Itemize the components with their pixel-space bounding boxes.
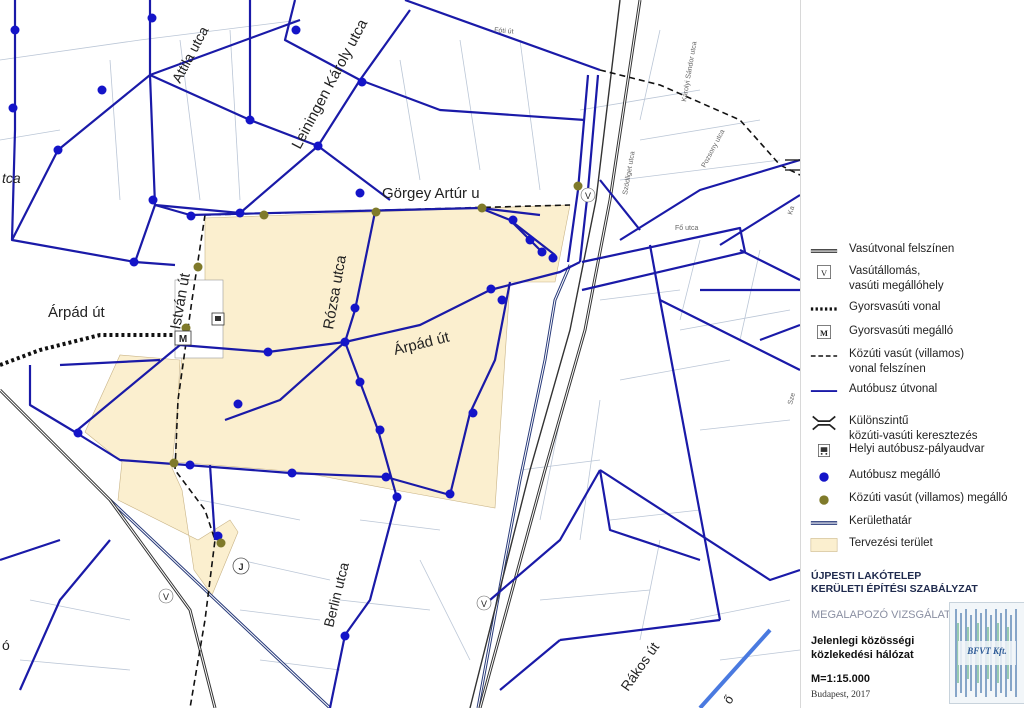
label-fo: Fő utca	[675, 225, 698, 232]
legend-item-tram-stop: Közúti vasút (villamos) megálló	[809, 489, 1023, 511]
legend-label-line: Különszintű	[849, 415, 909, 427]
planning-area-symbol	[810, 538, 838, 552]
rapid-rail-stop-symbol: M	[817, 325, 831, 339]
legend-item-grade-separated-crossing: Különszintű közúti-vasúti keresztezés	[809, 412, 1023, 442]
label-karolyi: Károlyi Sándor utca	[681, 41, 699, 102]
legend-label-line: Gyorsvasúti vonal	[849, 301, 941, 313]
legend-label: Kerülethatár	[849, 514, 1024, 529]
legend-label-line: Autóbusz útvonal	[849, 383, 938, 395]
bus-terminal-symbol	[818, 444, 830, 457]
railway-station-symbol-3: V	[481, 599, 487, 609]
legend-label-line: Közúti vasút (villamos)	[849, 348, 965, 360]
legend-item-rapid-rail-stop: M Gyorsvasúti megálló	[809, 322, 1023, 344]
legend-label: Vasútállomás, vasúti megállóhely	[849, 264, 1024, 294]
legend-label: Gyorsvasúti megálló	[849, 324, 1024, 339]
legend-label-line: Vasútvonal felszínen	[849, 243, 955, 255]
legend-item-bus-route: Autóbusz útvonal	[809, 380, 1023, 402]
legend-station-glyph: V	[821, 268, 827, 278]
label-foti: Fóti út	[494, 27, 514, 36]
railway-station-symbol: V	[817, 265, 831, 279]
legend-label: Helyi autóbusz-pályaudvar	[849, 442, 1024, 457]
legend-item-rapid-rail-line: Gyorsvasúti vonal	[809, 298, 1023, 320]
legend-item-railway-line: Vasútvonal felszínen	[809, 240, 1023, 262]
rapid-rail-line-symbol	[810, 307, 838, 311]
legend-label-line: Gyorsvasúti megálló	[849, 325, 954, 337]
logo-text: BFVT Kft.	[967, 646, 1007, 656]
legend-item-tram-line: Közúti vasút (villamos) vonal felszínen	[809, 345, 1023, 375]
bus-route-symbol	[810, 390, 838, 392]
label-fragment-utca: tca	[2, 170, 21, 186]
junction-symbol: J	[238, 562, 243, 572]
legend-item-railway-station: V Vasútállomás, vasúti megállóhely	[809, 262, 1023, 292]
legend-label: Vasútvonal felszínen	[849, 242, 1024, 257]
grade-separated-crossing-symbol	[812, 415, 836, 431]
label-pozsony: Pozsony utca	[701, 128, 727, 168]
map-canvas[interactable]: M V V V J Attila utca Leiningen Károly u…	[0, 0, 801, 710]
legend-label: Autóbusz megálló	[849, 468, 1024, 483]
railway-line-symbol	[810, 249, 838, 253]
legend-label-line: vonal felszínen	[849, 363, 926, 375]
district-boundary-symbol	[810, 521, 838, 525]
legend-label-line: Helyi autóbusz-pályaudvar	[849, 443, 985, 455]
legend-label-line: Tervezési terület	[849, 537, 933, 549]
label-fragment-sze: Sze	[787, 392, 797, 406]
legend-item-bus-stop: Autóbusz megálló	[809, 466, 1023, 488]
legend-label: Autóbusz útvonal	[849, 382, 1024, 397]
legend-label: Közúti vasút (villamos) megálló	[849, 491, 1024, 506]
tram-line-symbol	[810, 355, 838, 357]
place-date: Budapest, 2017	[811, 690, 871, 700]
railway-station-symbol-1: V	[585, 191, 591, 201]
label-fragment-ka: Ka	[787, 205, 796, 215]
legend-item-planning-area: Tervezési terület	[809, 534, 1023, 556]
legend-label: Gyorsvasúti vonal	[849, 300, 1024, 315]
legend-item-district-boundary: Kerülethatár	[809, 512, 1023, 534]
label-gorgey: Görgey Artúr u	[382, 185, 480, 202]
map-legend: Vasútvonal felszínen V Vasútállomás, vasúti…	[800, 0, 1024, 708]
label-fragment-o: ó	[2, 637, 10, 653]
legend-label-line: Közúti vasút (villamos) megálló	[849, 492, 1008, 504]
project-title-line1: ÚJPESTI LAKÓTELEP	[811, 570, 922, 582]
legend-label: Közúti vasút (villamos) vonal felszínen	[849, 347, 1024, 377]
label-fragment-o2: ő	[720, 692, 736, 707]
scale: M=1:15.000	[811, 673, 871, 685]
legend-label-line: Kerülethatár	[849, 515, 912, 527]
bfvt-logo: BFVT Kft.	[949, 602, 1024, 704]
rapid-rail-stop-symbol: M	[179, 334, 187, 345]
label-arpad-west: Árpád út	[48, 304, 106, 321]
railway-station-symbol-2: V	[163, 592, 169, 602]
map-title-line1: Jelenlegi közösségi	[811, 635, 915, 647]
highlight-road	[698, 628, 772, 710]
map-svg: M V V V J Attila utca Leiningen Károly u…	[0, 0, 801, 710]
label-rakos: Rákos út	[617, 639, 662, 694]
bus-stop-symbol	[819, 472, 829, 482]
legend-label-line: vasúti megállóhely	[849, 280, 944, 292]
tram-stop-symbol	[819, 495, 829, 505]
label-berlin: Berlin utca	[320, 560, 352, 628]
subtitle: MEGALAPOZÓ VIZSGÁLAT	[811, 609, 951, 621]
legend-label: Tervezési terület	[849, 536, 1024, 551]
legend-item-bus-terminal: Helyi autóbusz-pályaudvar	[809, 440, 1023, 462]
map-title-line2: közlekedési hálózat	[811, 649, 914, 661]
label-szodliget: Szödliget utca	[622, 151, 637, 196]
legend-label-line: Vasútállomás,	[849, 265, 921, 277]
project-title-line2: KERÜLETI ÉPÍTÉSI SZABÁLYZAT	[811, 583, 978, 595]
legend-label-line: Autóbusz megálló	[849, 469, 941, 481]
legend-rapid-stop-glyph: M	[820, 328, 828, 338]
